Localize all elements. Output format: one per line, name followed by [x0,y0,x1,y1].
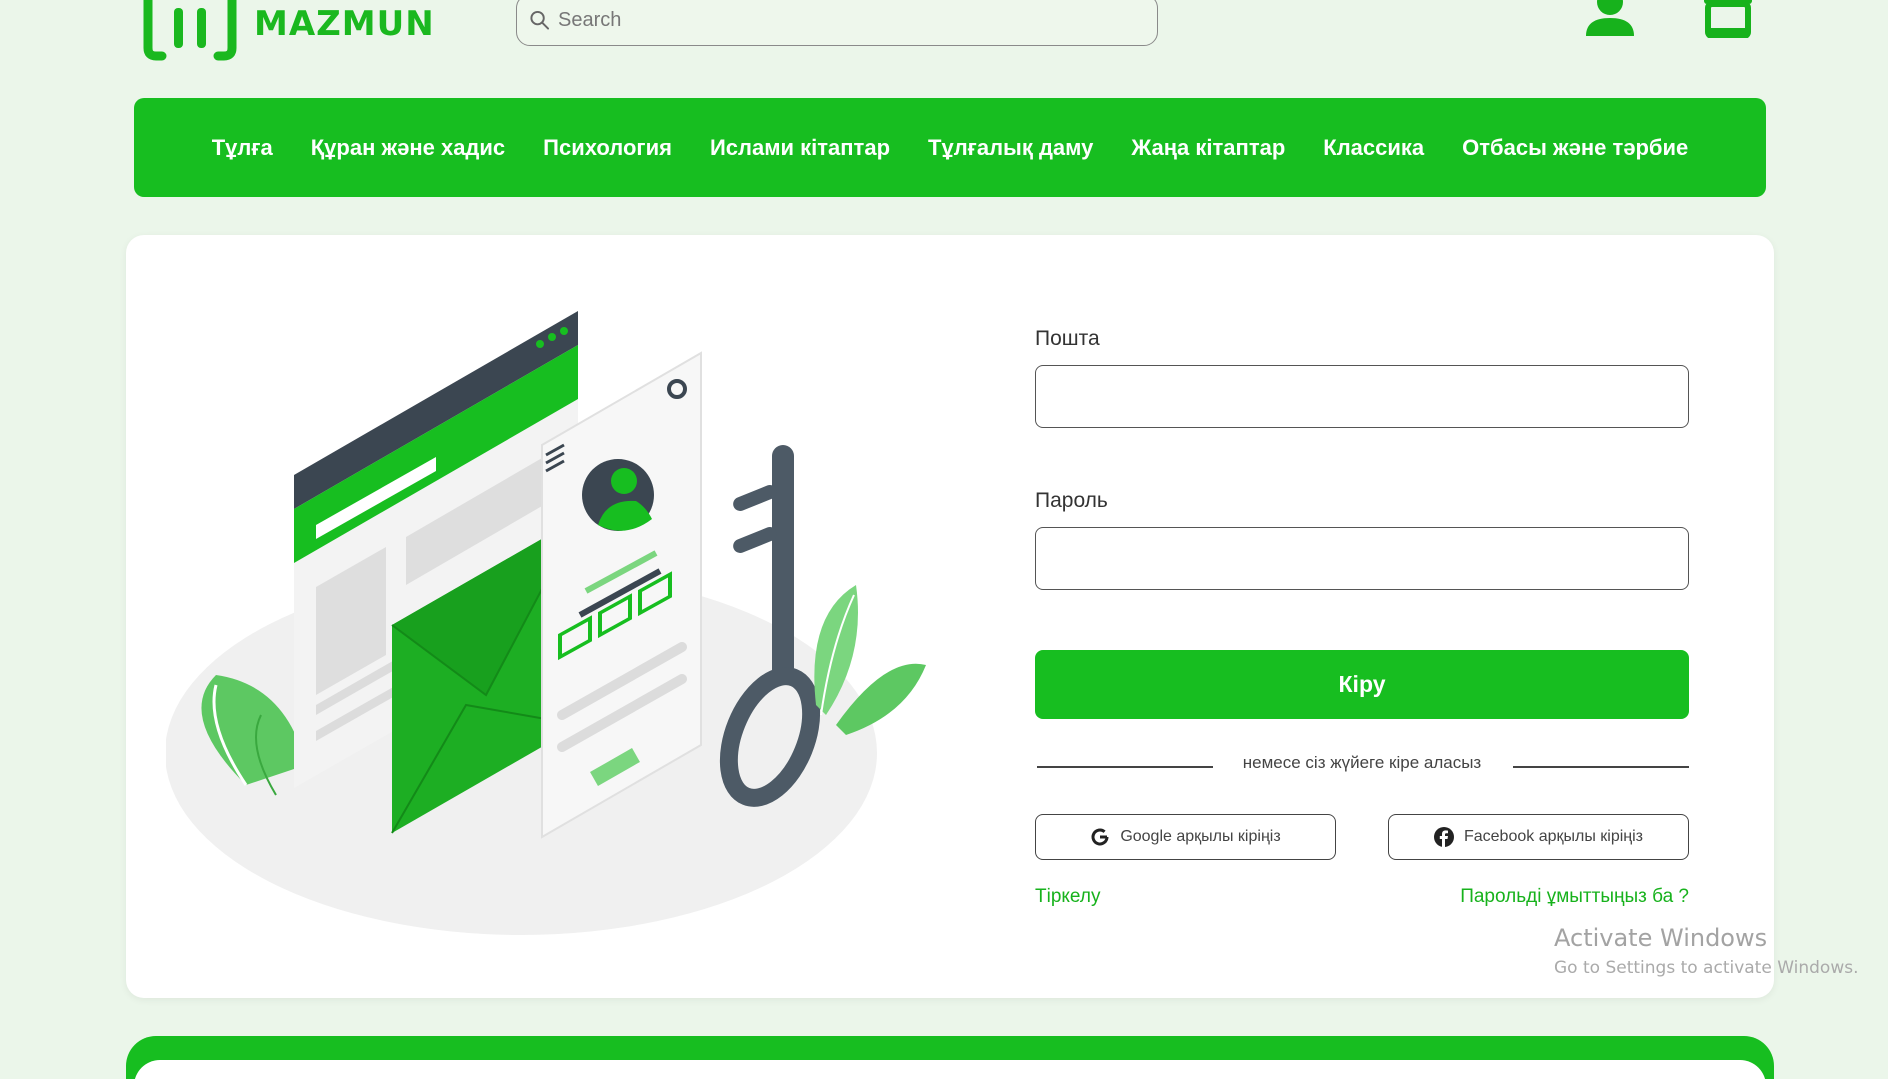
login-card: Пошта Пароль Кіру немесе сіз жүйеге кіре… [126,235,1774,998]
password-label: Пароль [1035,489,1108,512]
logo-icon [143,0,237,61]
facebook-login-button[interactable]: Facebook арқылы кіріңіз [1388,814,1689,860]
email-label: Пошта [1035,327,1100,350]
shop-icon [1704,0,1752,39]
register-link[interactable]: Тіркелу [1035,886,1100,908]
nav-item-islamic-books[interactable]: Ислами кітаптар [710,135,890,161]
nav-item-personal-growth[interactable]: Тұлғалық даму [928,135,1093,161]
google-icon [1091,828,1109,846]
password-field[interactable] [1035,527,1689,590]
facebook-login-label: Facebook арқылы кіріңіз [1463,828,1644,845]
nav-item-psychology[interactable]: Психология [543,135,672,161]
search-input[interactable] [557,8,1157,32]
login-button[interactable]: Кіру [1035,650,1689,719]
facebook-icon [1433,827,1454,847]
nav-item-classics[interactable]: Классика [1323,135,1424,161]
google-login-button[interactable]: Google арқылы кіріңіз [1035,814,1336,860]
divider-right [1513,766,1689,768]
category-nav: Тұлға Құран және хадис Психология Ислами… [134,98,1766,197]
nav-item-family[interactable]: Отбасы және тәрбие [1462,135,1688,161]
brand-name: MAZMUN [254,4,435,44]
search-bar[interactable] [516,0,1158,46]
user-account-button[interactable] [1584,0,1636,43]
watermark-subtitle: Go to Settings to activate Windows. [1554,958,1859,978]
cart-button[interactable] [1702,0,1754,43]
login-illustration [166,311,926,935]
or-login-text: немесе сіз жүйеге кіре аласыз [1242,753,1482,772]
nav-item-new-books[interactable]: Жаңа кітаптар [1131,135,1285,161]
footer-panel [134,1060,1766,1079]
google-login-label: Google арқылы кіріңіз [1120,828,1281,845]
nav-item-quran-hadith[interactable]: Құран және хадис [311,135,505,161]
brand-logo[interactable]: MAZMUN [140,0,435,62]
nav-item-tulga[interactable]: Тұлға [212,135,273,161]
watermark-title: Activate Windows [1554,924,1768,952]
user-icon [1586,0,1634,36]
email-field[interactable] [1035,365,1689,428]
forgot-password-link[interactable]: Парольді ұмыттыңыз ба ? [1460,886,1689,908]
search-icon [530,10,550,30]
windows-activation-watermark: Activate Windows Go to Settings to activ… [1554,924,1859,978]
